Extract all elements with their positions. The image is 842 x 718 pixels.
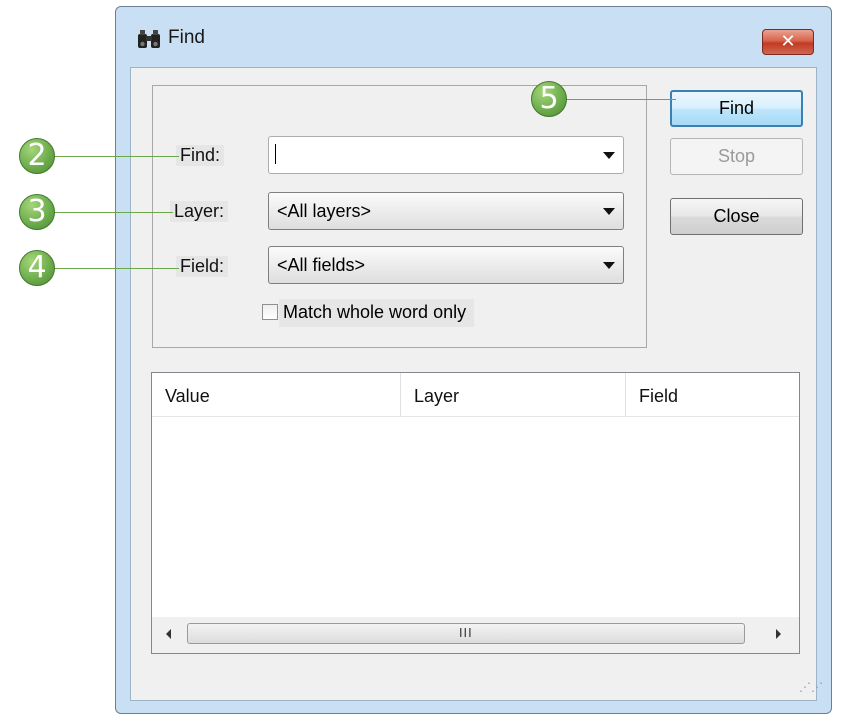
chevron-down-icon[interactable] [603, 262, 615, 269]
column-header-value[interactable]: Value [152, 373, 401, 416]
dialog-client-area: Find: Layer: <All layers> Field: <All fi… [130, 67, 823, 701]
callout-line-4 [54, 268, 179, 269]
find-combobox[interactable] [268, 136, 624, 174]
results-header: Value Layer Field [152, 373, 799, 417]
callout-line-2 [54, 156, 179, 157]
horizontal-scrollbar[interactable]: III [152, 617, 799, 653]
close-window-button[interactable]: ✕ [762, 29, 814, 55]
callout-2: 2 [19, 138, 55, 174]
close-button[interactable]: Close [670, 198, 803, 235]
layer-label: Layer: [170, 201, 229, 222]
column-header-layer[interactable]: Layer [401, 373, 626, 416]
stop-button[interactable]: Stop [670, 138, 803, 175]
title-bar[interactable]: Find ✕ [116, 7, 831, 67]
callout-4: 4 [19, 250, 55, 286]
grip-icon: III [459, 626, 473, 640]
scroll-right-icon[interactable] [776, 629, 781, 639]
callout-5: 5 [531, 81, 567, 117]
column-header-field[interactable]: Field [626, 373, 797, 416]
layer-selected-value: <All layers> [277, 201, 372, 221]
callout-line-3 [54, 212, 173, 213]
match-whole-word-checkbox[interactable] [262, 304, 278, 320]
find-label: Find: [176, 145, 225, 166]
chevron-down-icon[interactable] [603, 208, 615, 215]
text-caret [275, 144, 276, 164]
scrollbar-thumb[interactable]: III [187, 623, 745, 644]
window-title: Find [168, 27, 205, 48]
search-criteria-group: Find: Layer: <All layers> Field: <All fi… [152, 85, 647, 348]
close-icon: ✕ [780, 31, 796, 52]
results-list[interactable]: Value Layer Field III [151, 372, 800, 654]
find-button[interactable]: Find [670, 90, 803, 127]
field-selected-value: <All fields> [277, 255, 366, 275]
match-whole-word-label[interactable]: Match whole word only [279, 299, 475, 327]
chevron-down-icon[interactable] [603, 152, 615, 159]
layer-dropdown[interactable]: <All layers> [268, 192, 624, 230]
callout-line-5 [566, 99, 676, 100]
callout-3: 3 [19, 194, 55, 230]
scroll-left-icon[interactable] [166, 629, 171, 639]
find-dialog: Find ✕ Find: Layer: <All layers> Field: … [115, 6, 832, 714]
resize-grip-icon[interactable]: ⋰⋰ [799, 680, 823, 694]
binoculars-icon [138, 30, 160, 48]
field-label: Field: [176, 256, 229, 277]
field-dropdown[interactable]: <All fields> [268, 246, 624, 284]
